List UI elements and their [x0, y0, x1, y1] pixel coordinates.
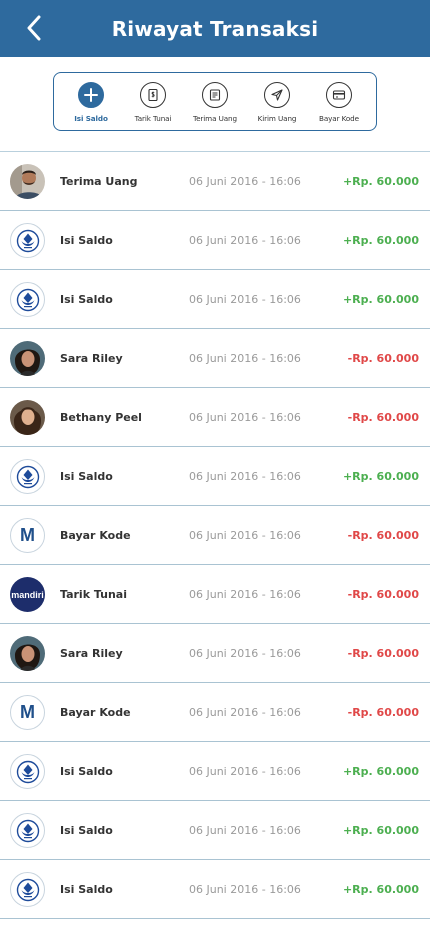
transaction-amount: +Rp. 60.000 — [342, 292, 419, 306]
transaction-date: 06 Juni 2016 - 16:06 — [189, 351, 301, 365]
mandiri-logo-icon: mandiri — [10, 577, 45, 612]
filter-label: Kirim Uang — [257, 114, 297, 123]
transaction-list: Terima Uang 06 Juni 2016 - 16:06 +Rp. 60… — [0, 152, 430, 919]
app-header: Riwayat Transaksi — [0, 0, 430, 57]
filter-label: Bayar Kode — [319, 114, 359, 123]
transaction-amount: -Rp. 60.000 — [347, 646, 419, 660]
plus-icon — [78, 82, 104, 108]
bank-logo-icon — [10, 459, 45, 494]
transaction-date: 06 Juni 2016 - 16:06 — [189, 174, 301, 188]
transaction-row[interactable]: Isi Saldo 06 Juni 2016 - 16:06 +Rp. 60.0… — [0, 801, 430, 860]
transaction-row[interactable]: Isi Saldo 06 Juni 2016 - 16:06 +Rp. 60.0… — [0, 742, 430, 801]
bank-logo-icon — [10, 223, 45, 258]
transaction-row[interactable]: Terima Uang 06 Juni 2016 - 16:06 +Rp. 60… — [0, 152, 430, 211]
page-title: Riwayat Transaksi — [111, 16, 319, 41]
transaction-row[interactable]: Isi Saldo 06 Juni 2016 - 16:06 +Rp. 60.0… — [0, 447, 430, 506]
m-logo-icon: M — [10, 518, 45, 553]
mandiri-logo-text: mandiri — [11, 589, 44, 600]
filter-label: Terima Uang — [193, 114, 237, 123]
transaction-amount: +Rp. 60.000 — [342, 174, 419, 188]
transaction-name: Bayar Kode — [60, 528, 131, 542]
transaction-name: Isi Saldo — [60, 882, 113, 896]
transaction-amount: -Rp. 60.000 — [347, 351, 419, 365]
receipt-icon — [202, 82, 228, 108]
bank-logo-icon — [10, 754, 45, 789]
transaction-amount: +Rp. 60.000 — [342, 882, 419, 896]
transaction-row[interactable]: mandiri Tarik Tunai 06 Juni 2016 - 16:06… — [0, 565, 430, 624]
avatar-person-man — [10, 164, 45, 199]
transaction-amount: +Rp. 60.000 — [342, 469, 419, 483]
transaction-amount: +Rp. 60.000 — [342, 764, 419, 778]
transaction-date: 06 Juni 2016 - 16:06 — [189, 233, 301, 247]
avatar-person-woman — [10, 400, 45, 435]
transaction-amount: -Rp. 60.000 — [347, 528, 419, 542]
transaction-name: Bayar Kode — [60, 705, 131, 719]
back-button[interactable] — [20, 12, 48, 44]
transaction-amount: -Rp. 60.000 — [347, 705, 419, 719]
transaction-row[interactable]: Isi Saldo 06 Juni 2016 - 16:06 +Rp. 60.0… — [0, 211, 430, 270]
transaction-date: 06 Juni 2016 - 16:06 — [189, 528, 301, 542]
filter-kirim-uang[interactable]: Kirim Uang — [248, 73, 306, 130]
transaction-amount: +Rp. 60.000 — [342, 233, 419, 247]
bank-logo-icon — [10, 813, 45, 848]
transaction-name: Isi Saldo — [60, 823, 113, 837]
transaction-name: Terima Uang — [60, 174, 138, 188]
transaction-row[interactable]: M Bayar Kode 06 Juni 2016 - 16:06 -Rp. 6… — [0, 683, 430, 742]
transaction-name: Isi Saldo — [60, 233, 113, 247]
filter-label: Isi Saldo — [74, 114, 108, 123]
transaction-row[interactable]: Isi Saldo 06 Juni 2016 - 16:06 +Rp. 60.0… — [0, 270, 430, 329]
transaction-date: 06 Juni 2016 - 16:06 — [189, 882, 301, 896]
filter-bayar-kode[interactable]: Bayar Kode — [310, 73, 368, 130]
card-icon — [326, 82, 352, 108]
m-logo-icon: M — [10, 695, 45, 730]
transaction-date: 06 Juni 2016 - 16:06 — [189, 587, 301, 601]
avatar-person-woman — [10, 341, 45, 376]
filter-label: Tarik Tunai — [134, 114, 172, 123]
transaction-amount: -Rp. 60.000 — [347, 587, 419, 601]
chevron-left-icon — [27, 15, 41, 41]
transaction-date: 06 Juni 2016 - 16:06 — [189, 705, 301, 719]
cash-icon — [140, 82, 166, 108]
transaction-row[interactable]: Sara Riley 06 Juni 2016 - 16:06 -Rp. 60.… — [0, 624, 430, 683]
bank-logo-icon — [10, 872, 45, 907]
transaction-date: 06 Juni 2016 - 16:06 — [189, 410, 301, 424]
transaction-date: 06 Juni 2016 - 16:06 — [189, 469, 301, 483]
bank-logo-icon — [10, 282, 45, 317]
transaction-date: 06 Juni 2016 - 16:06 — [189, 823, 301, 837]
transaction-name: Sara Riley — [60, 646, 123, 660]
transaction-name: Isi Saldo — [60, 469, 113, 483]
transaction-row[interactable]: Bethany Peel 06 Juni 2016 - 16:06 -Rp. 6… — [0, 388, 430, 447]
transaction-date: 06 Juni 2016 - 16:06 — [189, 764, 301, 778]
transaction-name: Isi Saldo — [60, 292, 113, 306]
transaction-date: 06 Juni 2016 - 16:06 — [189, 646, 301, 660]
transaction-name: Isi Saldo — [60, 764, 113, 778]
avatar-person-woman — [10, 636, 45, 671]
send-icon — [264, 82, 290, 108]
transaction-name: Bethany Peel — [60, 410, 142, 424]
transaction-amount: +Rp. 60.000 — [342, 823, 419, 837]
filter-tarik-tunai[interactable]: Tarik Tunai — [124, 73, 182, 130]
transaction-name: Tarik Tunai — [60, 587, 127, 601]
filter-isi-saldo[interactable]: Isi Saldo — [62, 73, 120, 130]
transaction-name: Sara Riley — [60, 351, 123, 365]
filter-terima-uang[interactable]: Terima Uang — [186, 73, 244, 130]
filter-section: Isi Saldo Tarik Tunai Terima Uang Kirim … — [0, 57, 430, 152]
transaction-date: 06 Juni 2016 - 16:06 — [189, 292, 301, 306]
transaction-amount: -Rp. 60.000 — [347, 410, 419, 424]
transaction-row[interactable]: Isi Saldo 06 Juni 2016 - 16:06 +Rp. 60.0… — [0, 860, 430, 919]
transaction-row[interactable]: M Bayar Kode 06 Juni 2016 - 16:06 -Rp. 6… — [0, 506, 430, 565]
filter-bar: Isi Saldo Tarik Tunai Terima Uang Kirim … — [53, 72, 377, 131]
transaction-row[interactable]: Sara Riley 06 Juni 2016 - 16:06 -Rp. 60.… — [0, 329, 430, 388]
